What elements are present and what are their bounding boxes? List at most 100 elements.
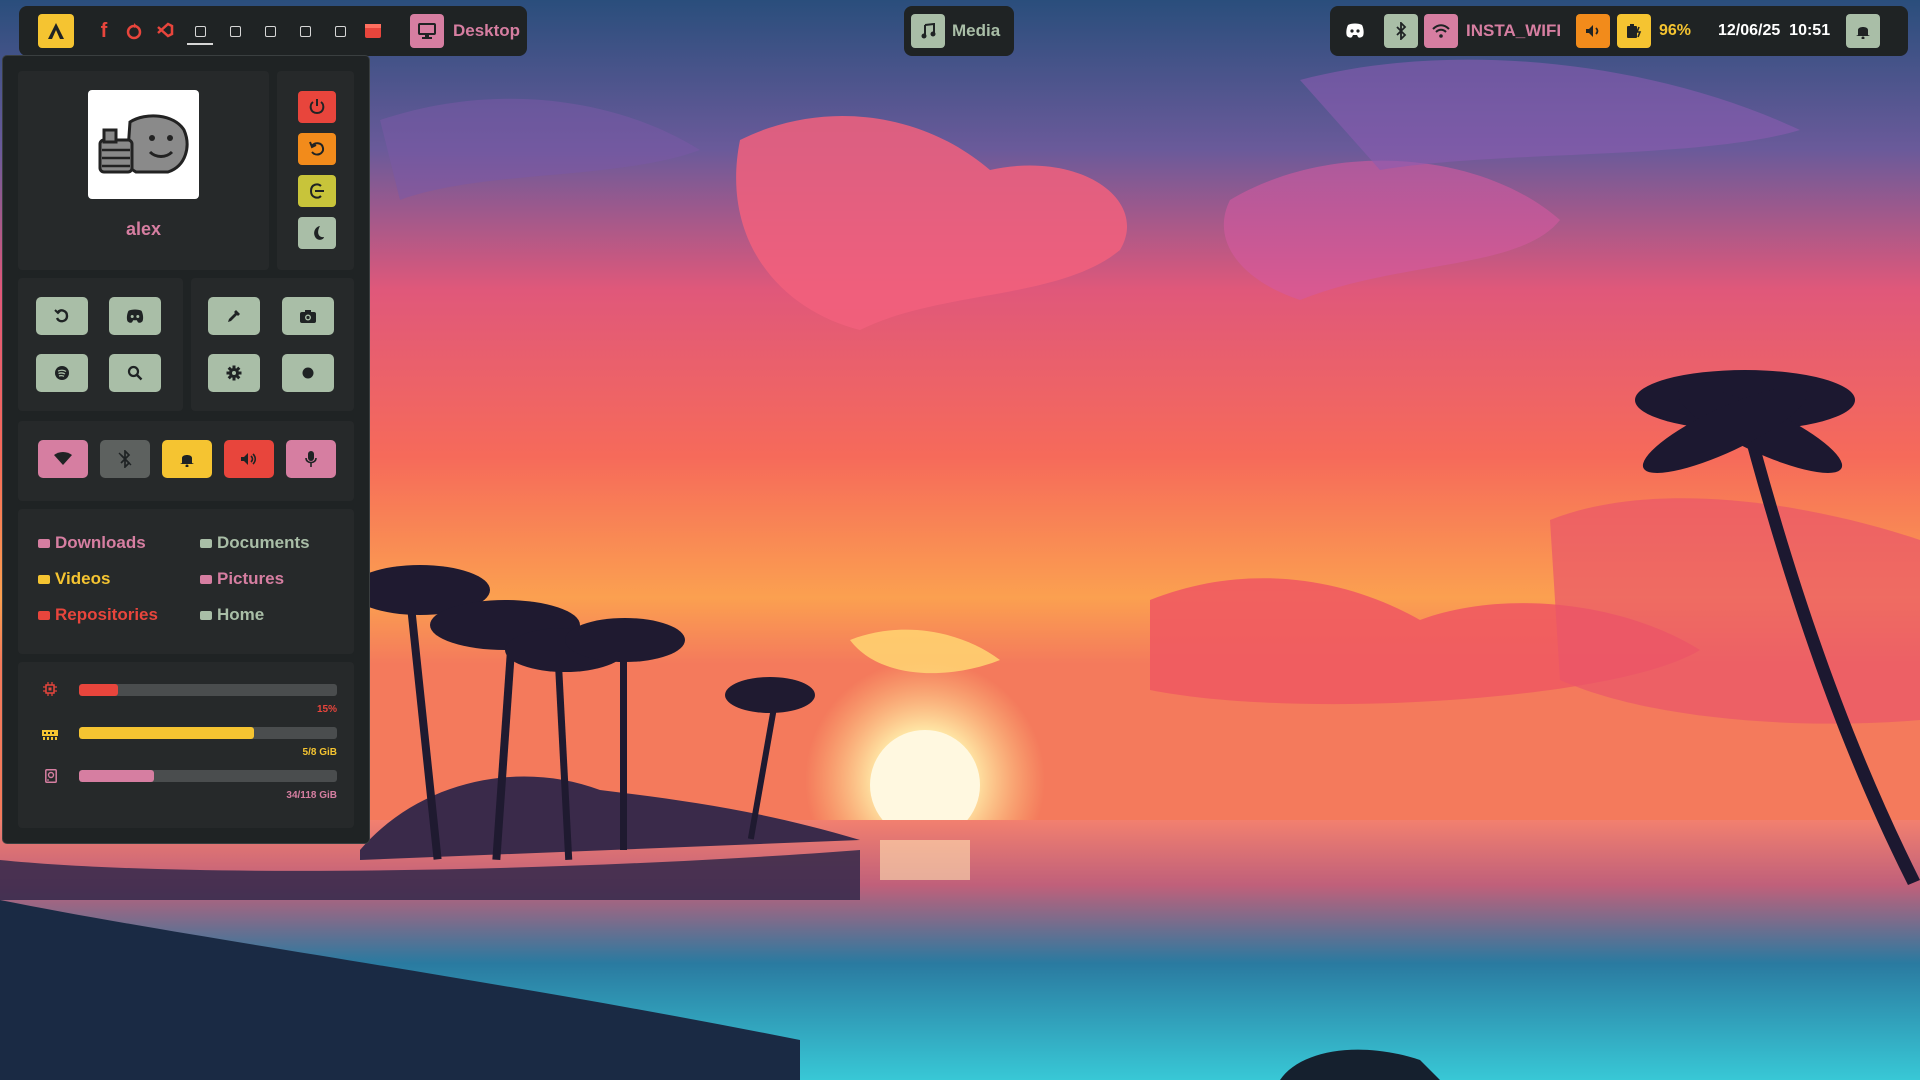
bell-icon: [180, 455, 194, 467]
disk-usage-fill: [79, 770, 154, 782]
folder-label: Pictures: [217, 569, 285, 588]
search-launcher[interactable]: [109, 354, 161, 392]
folder-icon: [200, 610, 212, 620]
discord-tray[interactable]: [1345, 14, 1365, 48]
folder-label: Home: [217, 605, 265, 624]
discord-icon: [126, 308, 144, 323]
bell-icon: [1856, 27, 1870, 39]
disk-icon: [45, 769, 57, 783]
wifi-name: INSTA_WIFI: [1466, 21, 1562, 40]
gear-icon: [226, 365, 242, 381]
bluetooth-tray[interactable]: [1384, 14, 1418, 48]
firefox-app[interactable]: f: [92, 14, 116, 48]
cpu-icon: [43, 682, 57, 696]
discord-launcher[interactable]: [109, 297, 161, 335]
folder-icon: [38, 574, 50, 584]
launcher-button[interactable]: [38, 14, 74, 48]
bluetooth-icon: [1396, 22, 1407, 40]
volume-icon: [1586, 25, 1599, 37]
record-button[interactable]: [282, 354, 334, 392]
cpu-usage-fill: [79, 684, 118, 696]
update-icon: [54, 309, 69, 323]
workspace-2[interactable]: [228, 14, 242, 48]
microphone-toggle[interactable]: [286, 440, 336, 478]
color-picker-button[interactable]: [208, 297, 260, 335]
power-icon: [309, 99, 325, 115]
ram-usage-bar: [79, 727, 337, 739]
folder-icon: [200, 538, 212, 548]
profile-card: alex: [18, 71, 269, 270]
color-picker-icon: [228, 310, 240, 322]
music-note-icon: [921, 23, 936, 39]
folder-label: Downloads: [55, 533, 146, 552]
monitor-icon: [418, 23, 436, 39]
volume-tray[interactable]: [1576, 14, 1610, 48]
restart-icon: [309, 141, 325, 156]
notifications-toggle[interactable]: [162, 440, 212, 478]
battery-percent: 96%: [1659, 22, 1692, 39]
folder-downloads[interactable]: Downloads: [38, 533, 146, 553]
update-button[interactable]: [36, 297, 88, 335]
ram-usage-text: 5/8 GiB: [302, 747, 337, 758]
notification-center-button[interactable]: [1846, 14, 1880, 48]
workspace-5[interactable]: [333, 14, 347, 48]
avatar: [88, 90, 199, 199]
discord-icon: [1346, 23, 1364, 38]
media-icon-chip[interactable]: [911, 14, 945, 48]
thumbs-up-mascot-icon: [98, 113, 188, 173]
terminal-shortcut[interactable]: [365, 14, 381, 48]
top-bar: f Desktop Media INSTA_WIFI 96% 12/06/25 …: [0, 0, 1920, 62]
wifi-tray[interactable]: [1424, 14, 1458, 48]
bluetooth-off-icon: [118, 450, 132, 468]
logout-icon: [309, 183, 324, 199]
firefox-icon: f: [100, 19, 108, 42]
workspace-4[interactable]: [298, 14, 312, 48]
power-off-button[interactable]: [298, 91, 336, 123]
wifi-icon: [54, 452, 72, 465]
restart-button[interactable]: [298, 133, 336, 165]
active-workspace-indicator: [187, 43, 213, 45]
folder-videos[interactable]: Videos: [38, 569, 110, 589]
folder-documents[interactable]: Documents: [200, 533, 310, 553]
wifi-icon: [1432, 24, 1450, 38]
ram-usage-fill: [79, 727, 255, 739]
battery-tray[interactable]: [1617, 14, 1651, 48]
clock[interactable]: 12/06/25 10:51: [1718, 14, 1830, 48]
brave-icon: [126, 23, 142, 40]
cpu-usage-text: 15%: [316, 704, 337, 715]
logout-button[interactable]: [298, 175, 336, 207]
record-icon: [302, 367, 314, 379]
battery-charging-icon: [1627, 24, 1642, 38]
workspace-3[interactable]: [263, 14, 277, 48]
vscode-icon: [157, 22, 174, 38]
spotify-launcher[interactable]: [36, 354, 88, 392]
ram-icon: [42, 730, 58, 740]
volume-toggle[interactable]: [224, 440, 274, 478]
cpu-usage-bar: [79, 684, 337, 696]
folder-pictures[interactable]: Pictures: [200, 569, 284, 589]
folder-label: Videos: [55, 569, 111, 588]
folder-icon: [200, 574, 212, 584]
folder-icon: [38, 538, 50, 548]
microphone-icon: [305, 451, 317, 467]
wifi-toggle[interactable]: [38, 440, 88, 478]
brave-app[interactable]: [122, 14, 146, 48]
moon-icon: [314, 226, 324, 240]
folder-icon: [38, 610, 50, 620]
desktop-icon-chip[interactable]: [410, 14, 444, 48]
search-icon: [127, 365, 143, 381]
folder-home[interactable]: Home: [200, 605, 264, 625]
disk-usage-text: 34/118 GiB: [286, 790, 337, 801]
window-icon: [365, 24, 381, 38]
folder-label: Repositories: [55, 605, 158, 624]
media-label[interactable]: Media: [952, 14, 1000, 48]
sleep-button[interactable]: [298, 217, 336, 249]
vscode-app[interactable]: [153, 14, 177, 48]
settings-button[interactable]: [208, 354, 260, 392]
arch-logo-icon: [48, 23, 64, 39]
folder-repositories[interactable]: Repositories: [38, 605, 158, 625]
disk-usage-bar: [79, 770, 337, 782]
workspace-label: Desktop: [453, 21, 521, 40]
bluetooth-toggle[interactable]: [100, 440, 150, 478]
screenshot-button[interactable]: [282, 297, 334, 335]
